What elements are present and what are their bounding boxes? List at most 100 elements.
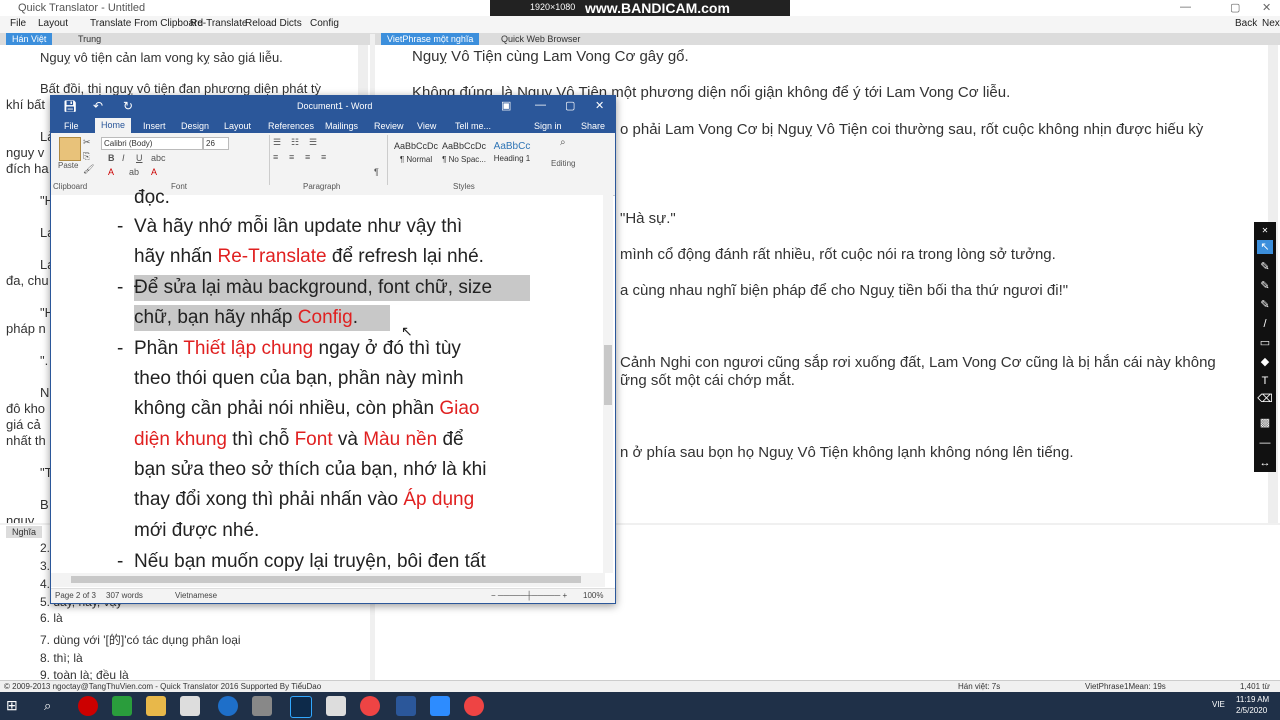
cursor-icon[interactable]: ↖ [1257, 240, 1273, 254]
back-button[interactable]: Back [1235, 18, 1257, 29]
store-icon[interactable] [180, 696, 200, 716]
tab-layout[interactable]: Layout [224, 121, 251, 131]
rectangle-icon[interactable]: ▭ [1257, 336, 1273, 350]
style-no-spacing[interactable]: AaBbCcDc ¶ No Spac... [441, 141, 487, 173]
line-width-icon[interactable]: — [1257, 436, 1273, 450]
close-icon[interactable]: ✕ [595, 99, 604, 112]
zoom-level[interactable]: 100% [583, 591, 603, 600]
clock-date[interactable]: 2/5/2020 [1236, 706, 1267, 715]
scroll-thumb[interactable] [604, 345, 612, 405]
tab-vietphrase[interactable]: VietPhrase một nghĩa [381, 33, 480, 45]
tab-view[interactable]: View [417, 121, 436, 131]
marker-icon[interactable]: ✎ [1257, 279, 1273, 293]
word-icon[interactable] [396, 696, 416, 716]
chrome-icon[interactable] [464, 696, 484, 716]
scroll-thumb[interactable] [71, 576, 581, 583]
menu-reload-dicts[interactable]: Reload Dicts [245, 18, 302, 29]
tab-trung[interactable]: Trung [72, 33, 107, 45]
tab-design[interactable]: Design [181, 121, 209, 131]
teamviewer-icon[interactable] [218, 696, 238, 716]
save-icon[interactable]: 💾︎ [63, 100, 77, 113]
maximize-icon[interactable]: ▢ [565, 99, 575, 112]
app-icon[interactable] [112, 696, 132, 716]
word-window[interactable]: 💾︎ ↶ ↻ Document1 - Word ▣ — ▢ ✕ File Hom… [50, 95, 616, 604]
italic-button[interactable]: I [122, 153, 125, 163]
file-explorer-icon[interactable] [146, 696, 166, 716]
windows-start-icon[interactable]: ⊞ [6, 697, 18, 714]
style-normal[interactable]: AaBbCcDc ¶ Normal [393, 141, 439, 173]
menu-config[interactable]: Config [310, 18, 339, 29]
minimize-icon[interactable]: — [535, 99, 546, 111]
pen-icon[interactable]: ✎ [1257, 260, 1273, 274]
format-painter-icon[interactable]: 🖌︎ [83, 164, 94, 175]
font-size-select[interactable]: 26 [203, 137, 229, 150]
text-icon[interactable]: T [1257, 374, 1273, 388]
word-document[interactable]: đọc. - Và hãy nhớ mỗi lần update như vậy… [51, 187, 605, 573]
line-icon[interactable]: / [1257, 317, 1273, 331]
menu-retranslate[interactable]: Re-Translate [190, 18, 247, 29]
photoshop-icon[interactable] [290, 696, 312, 718]
tab-references[interactable]: References [268, 121, 314, 131]
paste-label[interactable]: Paste [58, 161, 78, 170]
sign-in-link[interactable]: Sign in [534, 121, 562, 131]
record-icon[interactable] [78, 696, 98, 716]
align-center-icon[interactable]: ≡ [289, 152, 294, 162]
numbering-icon[interactable]: ☷ [291, 137, 299, 148]
chrome-icon[interactable] [360, 696, 380, 716]
tab-han-viet[interactable]: Hán Việt [6, 33, 53, 45]
language-indicator[interactable]: Vietnamese [175, 591, 217, 600]
close-icon[interactable]: ✕ [1257, 224, 1273, 238]
paste-icon[interactable] [59, 137, 81, 161]
highlighter-icon[interactable]: ✎ [1257, 298, 1273, 312]
copy-icon[interactable]: ⎘ [83, 151, 90, 162]
align-left-icon[interactable]: ≡ [273, 152, 278, 162]
tab-mailings[interactable]: Mailings [325, 121, 358, 131]
ribbon-options-icon[interactable]: ▣ [501, 99, 511, 112]
pilcrow-icon[interactable]: ¶ [374, 167, 379, 177]
multilevel-list-icon[interactable]: ☰ [309, 137, 317, 148]
font-name-select[interactable]: Calibri (Body) [101, 137, 203, 150]
app-icon[interactable] [326, 696, 346, 716]
tab-insert[interactable]: Insert [143, 121, 166, 131]
eraser-icon[interactable]: ⌫ [1257, 392, 1273, 406]
clock-time[interactable]: 11:19 AM [1236, 695, 1269, 704]
cut-icon[interactable]: ✂ [83, 137, 91, 148]
color-swatch-icon[interactable]: ▩ [1257, 416, 1273, 430]
bold-button[interactable]: B [108, 153, 115, 163]
justify-icon[interactable]: ≡ [321, 152, 326, 162]
search-icon[interactable]: ⌕ [560, 137, 566, 148]
zoom-slider[interactable]: − ─────┼───── + [491, 591, 567, 600]
page-indicator[interactable]: Page 2 of 3 [55, 591, 96, 600]
font-color-button[interactable]: A [151, 167, 157, 177]
tab-nghia[interactable]: Nghĩa [6, 526, 43, 538]
align-right-icon[interactable]: ≡ [305, 152, 310, 162]
maximize-icon[interactable]: ▢ [1230, 1, 1240, 14]
tell-me-box[interactable]: Tell me... [455, 121, 491, 131]
redo-icon[interactable]: ↻ [123, 99, 133, 113]
color-fill-icon[interactable]: ◆ [1257, 355, 1273, 369]
strikethrough-button[interactable]: abc [151, 153, 166, 163]
highlight-color-button[interactable]: ab [129, 167, 139, 177]
bullets-icon[interactable]: ☰ [273, 137, 281, 148]
share-button[interactable]: Share [581, 121, 605, 131]
tab-review[interactable]: Review [374, 121, 404, 131]
horizontal-scrollbar[interactable] [51, 573, 605, 587]
close-icon[interactable]: ✕ [1262, 1, 1271, 14]
menu-file[interactable]: File [10, 18, 26, 29]
word-count[interactable]: 307 words [106, 591, 143, 600]
language-indicator[interactable]: VIE [1212, 700, 1225, 709]
vertical-scrollbar[interactable] [603, 195, 613, 573]
app-icon[interactable] [252, 696, 272, 716]
underline-button[interactable]: U [136, 153, 143, 163]
tab-home[interactable]: Home [95, 118, 132, 133]
tab-file[interactable]: File [64, 121, 79, 131]
editing-group[interactable]: Editing [551, 159, 575, 168]
tab-web-browser[interactable]: Quick Web Browser [495, 33, 586, 45]
next-button[interactable]: Next [1262, 18, 1280, 29]
zoom-icon[interactable] [430, 696, 450, 716]
menu-layout[interactable]: Layout [38, 18, 68, 29]
undo-icon[interactable]: ↶ [93, 99, 103, 113]
menu-translate-clipboard[interactable]: Translate From Clipboard [90, 18, 203, 29]
style-heading1[interactable]: AaBbCc Heading 1 [489, 141, 535, 173]
search-icon[interactable]: ⌕ [44, 698, 51, 714]
